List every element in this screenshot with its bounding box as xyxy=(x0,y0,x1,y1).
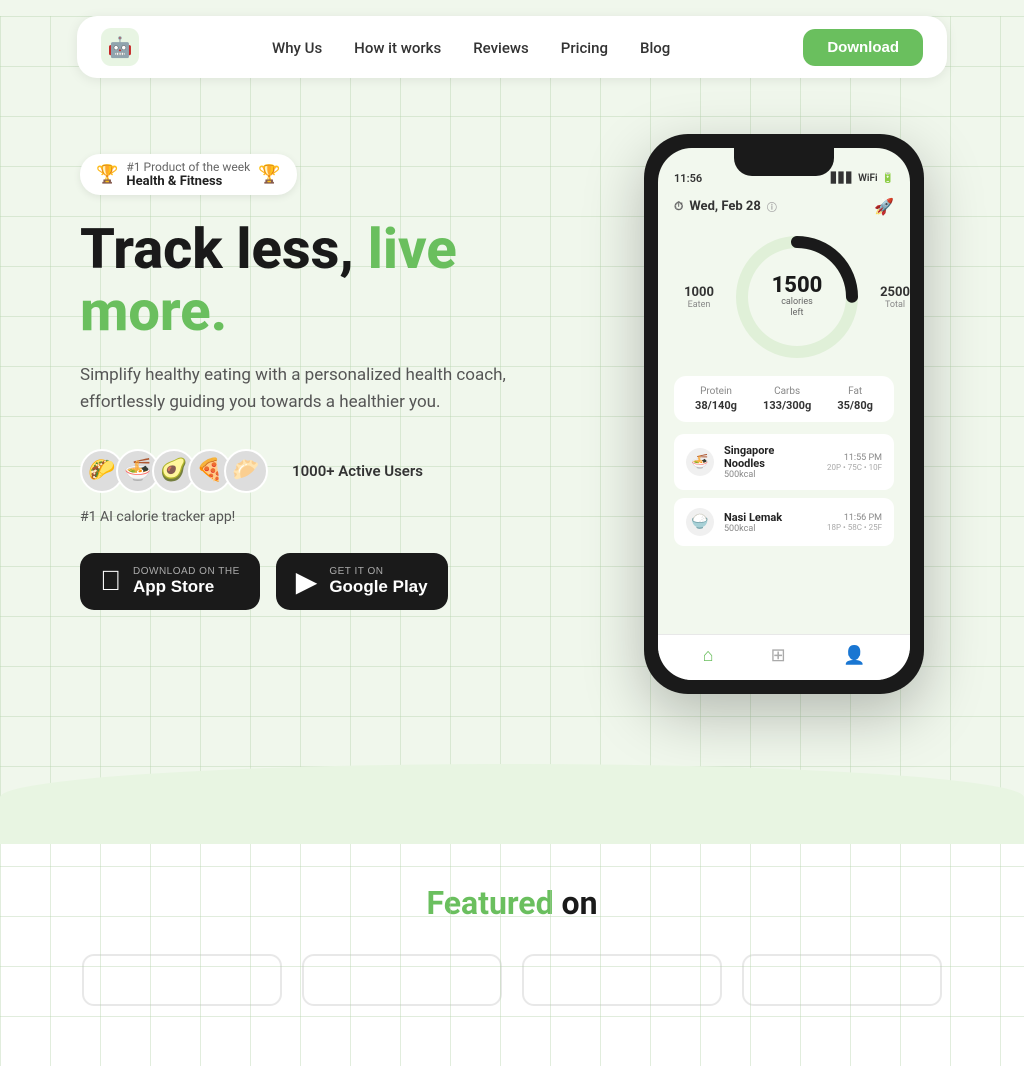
phone-content: ⏱ Wed, Feb 28 ⓘ 🚀 1000 Eaten xyxy=(658,189,910,634)
hero-description: Simplify healthy eating with a personali… xyxy=(80,362,520,416)
food-kcal-2: 500kcal xyxy=(724,524,817,534)
featured-logos xyxy=(80,954,944,1006)
heading-black: Track less, xyxy=(80,216,354,282)
calories-eaten-value: 1000 xyxy=(674,285,724,300)
ai-label: #1 AI calorie tracker app! xyxy=(80,509,580,525)
nav-how-it-works[interactable]: How it works xyxy=(354,39,441,57)
calories-left-value: 1500 xyxy=(772,275,823,297)
food-details-1: Singapore Noodles 500kcal xyxy=(724,444,817,480)
food-name-2: Nasi Lemak xyxy=(724,511,817,524)
macro-carbs-value: 133/300g xyxy=(763,399,811,412)
hero-section: 🏆 #1 Product of the week Health & Fitnes… xyxy=(0,94,1024,744)
apple-icon:  xyxy=(100,565,121,597)
google-play-sublabel: GET IT ON xyxy=(329,566,427,577)
logo[interactable]: 🤖 xyxy=(101,28,139,66)
badge-rank: #1 Product of the week xyxy=(126,160,250,174)
hero-heading: Track less, live more. xyxy=(80,219,580,342)
featured-logo-2 xyxy=(302,954,502,1006)
navbar: 🤖 Why Us How it works Reviews Pricing Bl… xyxy=(77,16,947,78)
app-store-sublabel: Download on the xyxy=(133,566,240,577)
macro-fat: Fat 35/80g xyxy=(837,386,873,412)
featured-logo-4 xyxy=(742,954,942,1006)
nav-why-us[interactable]: Why Us xyxy=(272,39,322,57)
product-badge: 🏆 #1 Product of the week Health & Fitnes… xyxy=(80,154,297,195)
clock-icon: ⏱ xyxy=(674,199,683,214)
featured-section: Featured on xyxy=(0,844,1024,1066)
signal-icon: ▋▋▋ xyxy=(831,173,854,184)
macro-protein: Protein 38/140g xyxy=(695,386,737,412)
play-icon: ▶ xyxy=(296,565,318,598)
macro-fat-label: Fat xyxy=(837,386,873,397)
food-kcal-1: 500kcal xyxy=(724,470,817,480)
badge-category: Health & Fitness xyxy=(126,174,250,189)
store-buttons:  Download on the App Store ▶ GET IT ON … xyxy=(80,553,580,610)
food-icon-2: 🍚 xyxy=(686,508,714,536)
app-store-label: App Store xyxy=(133,577,240,597)
nav-links: Why Us How it works Reviews Pricing Blog xyxy=(272,38,670,57)
rocket-icon: 🚀 xyxy=(874,197,894,216)
wifi-icon: WiFi xyxy=(858,173,877,184)
phone-date: ⏱ Wed, Feb 28 ⓘ xyxy=(674,199,777,214)
battery-icon: 🔋 xyxy=(882,173,894,184)
logo-icon: 🤖 xyxy=(108,35,133,59)
phone-time: 11:56 xyxy=(674,172,702,185)
featured-logo-1 xyxy=(82,954,282,1006)
macro-protein-label: Protein xyxy=(695,386,737,397)
laurel-left-icon: 🏆 xyxy=(96,164,118,185)
phone-frame: 11:56 ▋▋▋ WiFi 🔋 ⏱ Wed, Feb 28 xyxy=(644,134,924,694)
hero-content: 🏆 #1 Product of the week Health & Fitnes… xyxy=(80,134,580,610)
app-store-button[interactable]:  Download on the App Store xyxy=(80,553,260,610)
avatar-5: 🥟 xyxy=(224,449,268,493)
users-row: 🌮 🍜 🥑 🍕 🥟 1000+ Active Users xyxy=(80,449,580,493)
food-item-2: 🍚 Nasi Lemak 500kcal 11:56 PM 18P • 58C … xyxy=(674,498,894,546)
user-count: 1000+ Active Users xyxy=(292,462,423,480)
calories-total-label: Total xyxy=(870,300,910,310)
food-macros-2: 18P • 58C • 25F xyxy=(827,523,882,532)
phone-mockup: 11:56 ▋▋▋ WiFi 🔋 ⏱ Wed, Feb 28 xyxy=(624,134,944,694)
calories-total-value: 2500 xyxy=(870,285,910,300)
featured-heading: Featured on xyxy=(80,884,944,922)
featured-logo-3 xyxy=(522,954,722,1006)
info-icon: ⓘ xyxy=(767,199,777,214)
macro-carbs-label: Carbs xyxy=(763,386,811,397)
home-nav-icon[interactable]: ⌂ xyxy=(703,645,714,666)
macro-protein-value: 38/140g xyxy=(695,399,737,412)
wave-bg xyxy=(0,764,1024,844)
phone-bottom-nav: ⌂ ⊞ 👤 xyxy=(658,634,910,680)
nav-blog[interactable]: Blog xyxy=(640,39,670,57)
food-icon-1: 🍜 xyxy=(686,448,714,476)
calories-left-label: left xyxy=(772,308,823,319)
google-play-label: Google Play xyxy=(329,577,427,597)
macro-carbs: Carbs 133/300g xyxy=(763,386,811,412)
food-item-1: 🍜 Singapore Noodles 500kcal 11:55 PM 20P… xyxy=(674,434,894,490)
food-details-2: Nasi Lemak 500kcal xyxy=(724,511,817,534)
calorie-circle: 1500 calories left xyxy=(732,232,862,362)
google-play-button[interactable]: ▶ GET IT ON Google Play xyxy=(276,553,448,610)
nav-pricing[interactable]: Pricing xyxy=(561,39,608,57)
calories-unit: calories xyxy=(772,297,823,308)
user-avatars: 🌮 🍜 🥑 🍕 🥟 xyxy=(80,449,260,493)
phone-date-text: Wed, Feb 28 xyxy=(689,199,760,214)
food-name-1: Singapore Noodles xyxy=(724,444,817,470)
calories-eaten-label: Eaten xyxy=(674,300,724,310)
phone-date-row: ⏱ Wed, Feb 28 ⓘ 🚀 xyxy=(674,197,894,216)
food-macros-1: 20P • 75C • 10F xyxy=(827,463,882,472)
profile-nav-icon[interactable]: 👤 xyxy=(843,645,865,666)
phone-status-icons: ▋▋▋ WiFi 🔋 xyxy=(831,172,894,185)
calorie-center: 1500 calories left xyxy=(772,275,823,319)
nav-reviews[interactable]: Reviews xyxy=(473,39,529,57)
calorie-section: 1000 Eaten 1500 calories xyxy=(674,232,894,362)
wave-separator xyxy=(0,724,1024,844)
phone-notch xyxy=(734,148,834,176)
download-button[interactable]: Download xyxy=(803,29,923,66)
laurel-right-icon: 🏆 xyxy=(258,164,280,185)
macros-row: Protein 38/140g Carbs 133/300g Fat 35/80… xyxy=(674,376,894,422)
macro-fat-value: 35/80g xyxy=(837,399,873,412)
food-time-2: 11:56 PM xyxy=(827,513,882,523)
add-nav-icon[interactable]: ⊞ xyxy=(771,645,786,666)
food-time-1: 11:55 PM xyxy=(827,453,882,463)
phone-screen: 11:56 ▋▋▋ WiFi 🔋 ⏱ Wed, Feb 28 xyxy=(658,148,910,680)
